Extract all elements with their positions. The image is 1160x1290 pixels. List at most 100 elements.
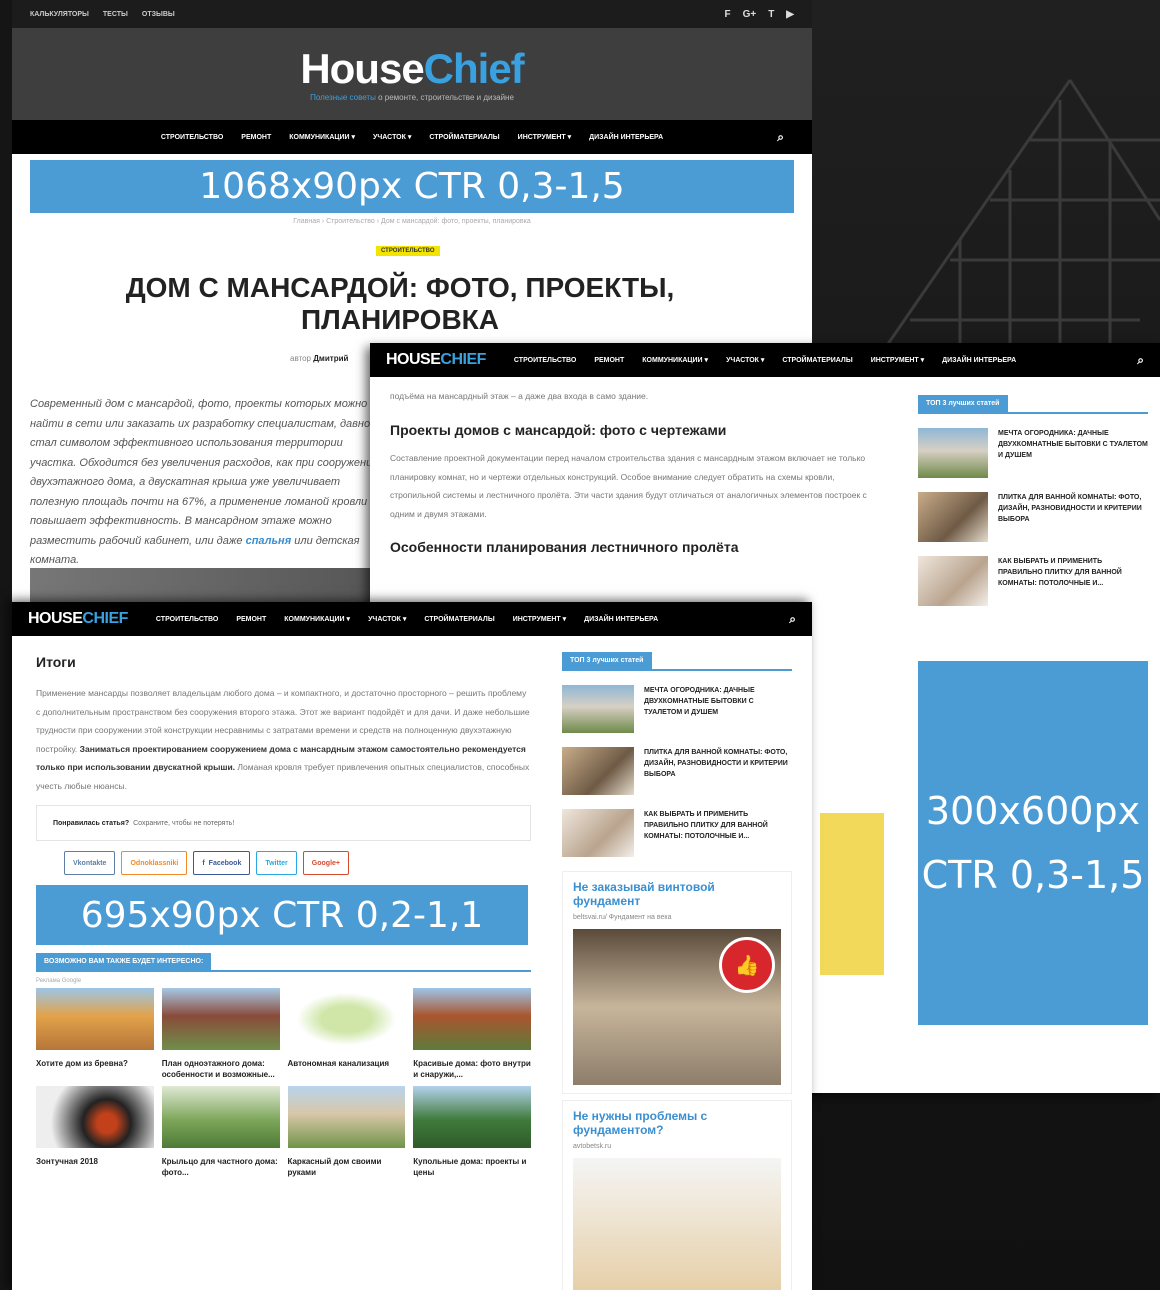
site-logo[interactable]: HouseChief bbox=[300, 46, 524, 91]
thumbnail bbox=[161, 1086, 280, 1148]
sidebar-heading: ТОП 3 лучших статей bbox=[918, 395, 1148, 414]
site-logo-small[interactable]: HouseChief bbox=[386, 351, 486, 369]
byline: автор Дмитрий bbox=[290, 354, 349, 363]
thumbnail bbox=[287, 1086, 406, 1148]
nav-item-plot[interactable]: Участок ▾ bbox=[373, 133, 411, 141]
ad-banner-side[interactable]: 300x600px CTR 0,3-1,5 bbox=[918, 661, 1148, 1025]
sidebar-item-title: Как выбрать и применить правильно плитку… bbox=[998, 558, 1122, 587]
sidebar-heading: ТОП 3 лучших статей bbox=[562, 652, 792, 671]
nav-item-materials[interactable]: Стройматериалы bbox=[782, 357, 852, 364]
ad-url[interactable]: avtobetsk.ru bbox=[573, 1143, 781, 1150]
thumbs-up-icon: 👍 bbox=[719, 937, 775, 993]
nav-item-materials[interactable]: Стройматериалы bbox=[429, 134, 499, 141]
site-tagline: Полезные советы о ремонте, строительстве… bbox=[310, 92, 514, 102]
related-heading: Возможно вам также будет интересно: bbox=[36, 953, 531, 972]
search-icon[interactable]: ⌕ bbox=[1137, 353, 1144, 368]
sidebar-item[interactable]: Плитка для ванной комнаты: фото, дизайн,… bbox=[562, 747, 792, 795]
facebook-icon: f bbox=[202, 859, 205, 867]
lead-link[interactable]: спальня bbox=[246, 535, 292, 547]
google-plus-icon[interactable]: G+ bbox=[743, 9, 757, 20]
sticky-nav: HouseChief Строительство Ремонт Коммуник… bbox=[370, 343, 1160, 377]
article-title: Дом с мансардой: фото, проекты, планиров… bbox=[125, 272, 675, 335]
thumbnail bbox=[287, 988, 406, 1050]
related-item[interactable]: Каркасный дом своими руками bbox=[287, 1086, 406, 1178]
share-twitter-button[interactable]: Twitter bbox=[256, 851, 297, 875]
nav-item-utilities[interactable]: Коммуникации ▾ bbox=[289, 133, 355, 141]
sidebar: ТОП 3 лучших статей Мечта огородника: да… bbox=[918, 395, 1148, 620]
sidebar-item[interactable]: Плитка для ванной комнаты: фото, дизайн,… bbox=[918, 492, 1148, 542]
sidebar-item-title: Мечта огородника: дачные двухкомнатные б… bbox=[644, 687, 755, 716]
nav-item-utilities[interactable]: Коммуникации ▾ bbox=[284, 615, 350, 623]
topbar-link[interactable]: Тесты bbox=[103, 11, 128, 18]
ad-headline[interactable]: Не заказывай винтовой фундамент bbox=[573, 880, 781, 908]
author-link[interactable]: Дмитрий bbox=[313, 354, 348, 363]
ad-banner-inline[interactable]: 695x90px CTR 0,2-1,1 bbox=[36, 885, 528, 945]
thumbnail bbox=[413, 988, 531, 1050]
breadcrumb[interactable]: Главная › Строительство › Дом с мансардо… bbox=[12, 218, 812, 225]
nav-item-tools[interactable]: Инструмент ▾ bbox=[518, 133, 571, 141]
sidebar-item-title: Как выбрать и применить правильно плитку… bbox=[644, 811, 768, 840]
nav-item-design[interactable]: Дизайн интерьера bbox=[584, 616, 658, 623]
sidebar-item[interactable]: Мечта огородника: дачные двухкомнатные б… bbox=[562, 685, 792, 733]
share-facebook-button[interactable]: f Facebook bbox=[193, 851, 251, 875]
topbar-link[interactable]: Отзывы bbox=[142, 11, 175, 18]
nav-item-construction[interactable]: Строительство bbox=[161, 134, 223, 141]
ad-unit-foundation-2[interactable]: Не нужны проблемы с фундаментом? avtobet… bbox=[562, 1100, 792, 1290]
related-item[interactable]: Хотите дом из бревна? bbox=[36, 988, 154, 1080]
nav-item-design[interactable]: Дизайн интерьера bbox=[942, 357, 1016, 364]
ad-banner-top[interactable]: 1068x90px CTR 0,3-1,5 bbox=[30, 160, 794, 213]
sidebar-item-title: Мечта огородника: дачные двухкомнатные б… bbox=[998, 430, 1148, 459]
related-item[interactable]: Красивые дома: фото внутри и снаружи,... bbox=[413, 988, 531, 1080]
site-header: HouseChief Полезные советы о ремонте, ст… bbox=[12, 28, 812, 120]
thumbnail bbox=[36, 988, 154, 1050]
facebook-icon[interactable]: f bbox=[724, 9, 730, 20]
category-badge[interactable]: Строительство bbox=[376, 246, 440, 256]
site-logo-small[interactable]: HouseChief bbox=[28, 610, 128, 628]
related-item[interactable]: Купольные дома: проекты и цены bbox=[413, 1086, 531, 1178]
nav-item-plot[interactable]: Участок ▾ bbox=[368, 615, 406, 623]
nav-item-construction[interactable]: Строительство bbox=[156, 616, 218, 623]
related-item[interactable]: Автономная канализация bbox=[287, 988, 406, 1080]
paragraph: Применение мансарды позволяет владельцам… bbox=[36, 688, 530, 791]
paragraph: подъёма на мансардный этаж – а даже два … bbox=[390, 391, 649, 401]
thumbnail bbox=[562, 809, 634, 857]
like-box: Понравилась статья? Сохраните, чтобы не п… bbox=[36, 805, 531, 841]
ad-headline[interactable]: Не нужны проблемы с фундаментом? bbox=[573, 1109, 781, 1137]
social-links: f G+ t ▶ bbox=[724, 9, 794, 20]
nav-item-tools[interactable]: Инструмент ▾ bbox=[871, 356, 924, 364]
nav-item-materials[interactable]: Стройматериалы bbox=[424, 616, 494, 623]
youtube-icon[interactable]: ▶ bbox=[786, 9, 794, 20]
sidebar-item[interactable]: Мечта огородника: дачные двухкомнатные б… bbox=[918, 428, 1148, 478]
sidebar-item[interactable]: Как выбрать и применить правильно плитку… bbox=[562, 809, 792, 857]
thumbnail bbox=[918, 492, 988, 542]
section-heading: Итоги bbox=[36, 654, 76, 670]
topbar-link[interactable]: Калькуляторы bbox=[30, 11, 89, 18]
share-vk-button[interactable]: Vkontakte bbox=[64, 851, 116, 875]
search-icon[interactable]: ⌕ bbox=[777, 130, 784, 145]
section-heading: Проекты домов с мансардой: фото с чертеж… bbox=[390, 421, 727, 438]
ad-image[interactable] bbox=[573, 1158, 781, 1290]
ad-unit-foundation[interactable]: Не заказывай винтовой фундамент beltsvai… bbox=[562, 871, 792, 1094]
nav-item-repair[interactable]: Ремонт bbox=[236, 616, 266, 623]
related-item[interactable]: План одноэтажного дома: особенности и во… bbox=[161, 988, 280, 1080]
share-google-button[interactable]: Google+ bbox=[302, 851, 349, 875]
twitter-icon[interactable]: t bbox=[768, 9, 774, 20]
ad-url[interactable]: beltsvai.ru/ Фундамент на века bbox=[573, 914, 781, 921]
ad-image[interactable]: 👍 bbox=[573, 929, 781, 1085]
summary-window: HouseChief Строительство Ремонт Коммуник… bbox=[12, 602, 812, 1290]
thumbnail bbox=[918, 556, 988, 606]
related-item[interactable]: Зонтучная 2018 bbox=[36, 1086, 154, 1178]
nav-item-plot[interactable]: Участок ▾ bbox=[726, 356, 764, 364]
thumbnail bbox=[161, 988, 280, 1050]
sidebar-item[interactable]: Как выбрать и применить правильно плитку… bbox=[918, 556, 1148, 606]
nav-item-tools[interactable]: Инструмент ▾ bbox=[513, 615, 566, 623]
nav-item-construction[interactable]: Строительство bbox=[514, 357, 576, 364]
sidebar: ТОП 3 лучших статей Мечта огородника: да… bbox=[562, 652, 792, 1290]
share-ok-button[interactable]: Odnoklassniki bbox=[121, 851, 188, 875]
nav-item-design[interactable]: Дизайн интерьера bbox=[589, 134, 663, 141]
related-item[interactable]: Крыльцо для частного дома: фото... bbox=[161, 1086, 280, 1178]
nav-item-repair[interactable]: Ремонт bbox=[241, 134, 271, 141]
nav-item-utilities[interactable]: Коммуникации ▾ bbox=[642, 356, 708, 364]
search-icon[interactable]: ⌕ bbox=[789, 612, 796, 627]
nav-item-repair[interactable]: Ремонт bbox=[594, 357, 624, 364]
